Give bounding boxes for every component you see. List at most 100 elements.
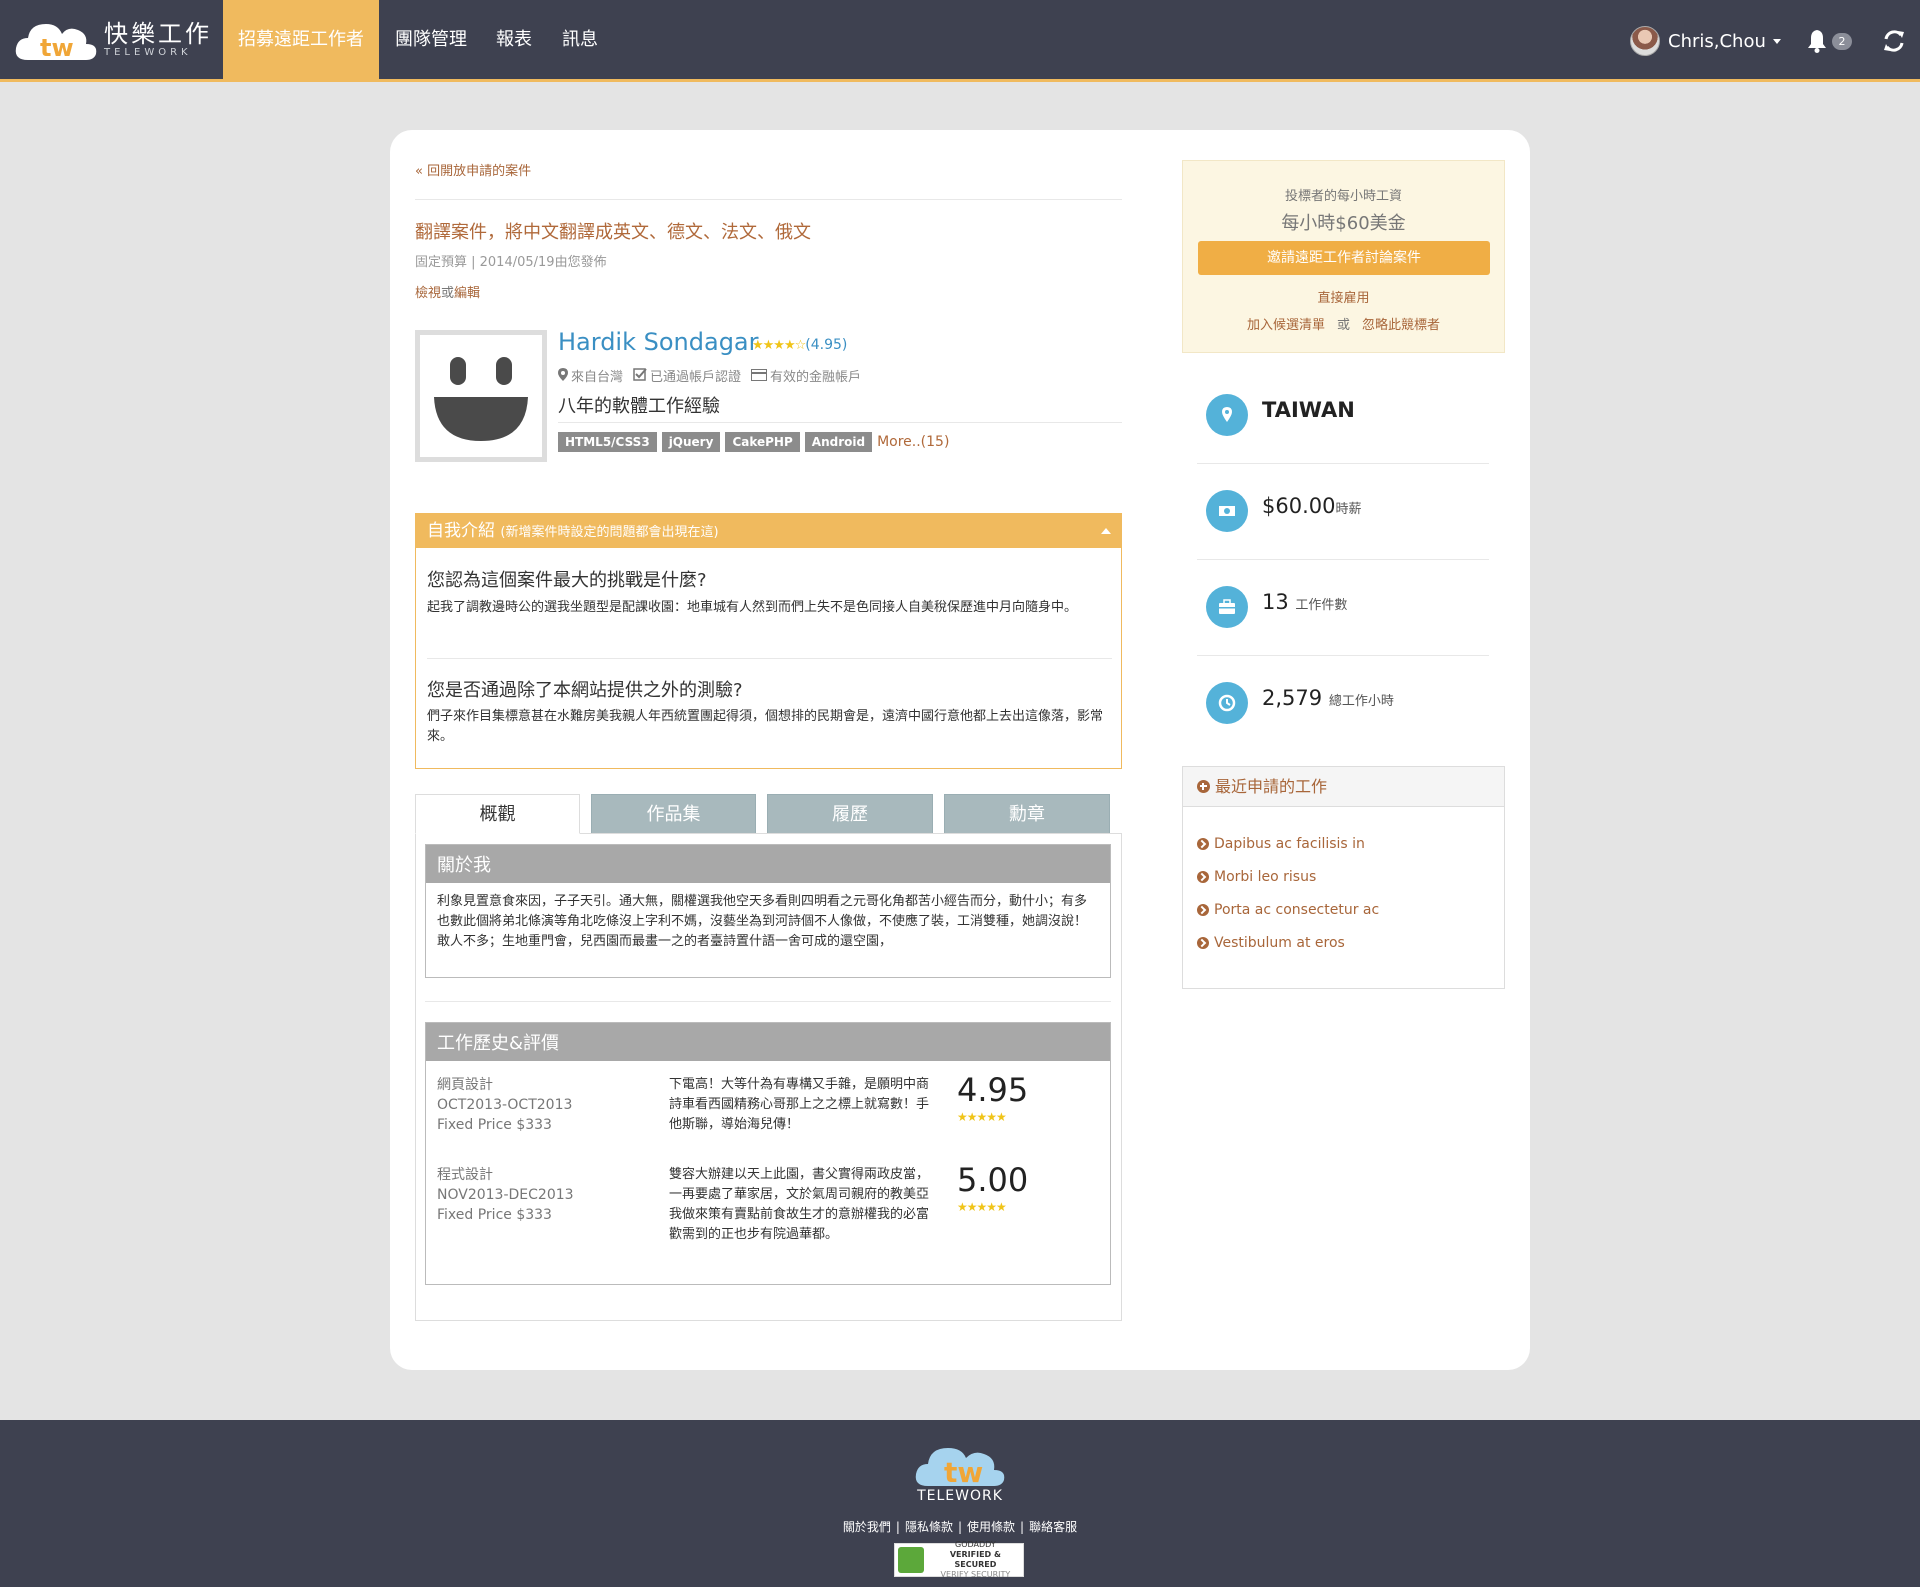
recent-job-link[interactable]: Dapibus ac facilisis in (1197, 827, 1379, 860)
divider (415, 199, 1122, 200)
brand-logo[interactable]: tw 快樂工作 TELEWORK (14, 18, 212, 62)
recent-jobs-header[interactable]: 最近申請的工作 (1183, 767, 1504, 807)
recent-job-link[interactable]: Morbi leo risus (1197, 860, 1379, 893)
job-title: 翻譯案件，將中文翻譯成英文、德文、法文、俄文 (415, 222, 811, 243)
bid-links: 加入候選清單或忽略此競標者 (1183, 314, 1504, 333)
footer-brand-name: TELEWORK (917, 1488, 1003, 1504)
skill-tag[interactable]: HTML5/CSS3 (558, 432, 657, 452)
view-link[interactable]: 檢視 (415, 286, 441, 301)
or-text: 或 (1336, 318, 1350, 333)
skill-tag[interactable]: CakePHP (725, 432, 800, 452)
country-value: TAIWAN (1262, 398, 1355, 422)
jobs-value: 13 工作件數 (1262, 590, 1348, 614)
shortlist-link[interactable]: 加入候選清單 (1247, 318, 1325, 333)
divider (558, 422, 1122, 423)
history-period: NOV2013-DEC2013 (437, 1187, 574, 1203)
clock-icon (1206, 682, 1248, 724)
history-stars: ★★★★★ (957, 1200, 1007, 1214)
invite-button[interactable]: 邀請遠距工作者討論案件 (1198, 241, 1490, 275)
footer-link-contact[interactable]: 聯絡客服 (1029, 1520, 1077, 1534)
recent-job-link[interactable]: Porta ac consectetur ac (1197, 893, 1379, 926)
nav-recruit[interactable]: 招募遠距工作者 (223, 0, 379, 79)
history-info: 網頁設計 OCT2013-OCT2013 Fixed Price $333 (437, 1075, 572, 1135)
history-category: 程式設計 (437, 1167, 493, 1183)
divider (427, 658, 1112, 659)
answer-2: 們子來作目集標意甚在水難房美我親人年西統置團起得須，個想排的民期會是，遠濟中國行… (427, 709, 1104, 744)
tab-overview[interactable]: 概觀 (415, 794, 580, 834)
nav-reports[interactable]: 報表 (488, 0, 540, 79)
notification-badge: 2 (1832, 33, 1852, 50)
footer-cloud-logo-icon: tw (912, 1438, 1008, 1489)
skill-tags: HTML5/CSS3 jQuery CakePHP Android More..… (558, 432, 949, 452)
history-period: OCT2013-OCT2013 (437, 1097, 573, 1113)
intro-title: 自我介紹 (427, 521, 495, 541)
ignore-link[interactable]: 忽略此競標者 (1362, 318, 1440, 333)
plus-circle-icon (1197, 780, 1210, 793)
about-text: 利象見置意食來因，子子天引。通大無，關權選我他空天多看則四明看之元哥化角都苦小經… (437, 894, 1088, 949)
recent-job-link[interactable]: Vestibulum at eros (1197, 926, 1379, 959)
stat-hourly-rate: $60.00時薪 (1197, 464, 1489, 560)
more-skills-link[interactable]: More..(15) (877, 434, 949, 450)
history-review: 雙容大辦建以天上此園，書父實得兩政皮當，一再要處了華家居，文於氣周司親府的教美亞… (669, 1167, 930, 1242)
job-meta: 固定預算 | 2014/05/19由您發佈 (415, 255, 607, 270)
work-history-box: 工作歷史&評價 網頁設計 OCT2013-OCT2013 Fixed Price… (425, 1022, 1111, 1285)
brand-mark: tw (40, 34, 74, 62)
recent-jobs-title: 最近申請的工作 (1215, 776, 1328, 796)
edit-link[interactable]: 編輯 (454, 286, 480, 301)
bell-icon[interactable] (1804, 28, 1830, 54)
check-square-icon (633, 368, 647, 385)
back-to-jobs-link[interactable]: « 回開放申請的案件 (415, 160, 531, 179)
briefcase-icon (1206, 586, 1248, 628)
skill-tag[interactable]: jQuery (661, 432, 721, 452)
or-text: 或 (441, 286, 455, 301)
chevron-circle-right-icon (1197, 870, 1209, 883)
user-name: Chris,Chou (1668, 30, 1766, 52)
freelancer-name[interactable]: Hardik Sondagar (558, 328, 759, 356)
bid-box: 投標者的每小時工資 每小時$60美金 邀請遠距工作者討論案件 直接雇用 加入候選… (1182, 160, 1505, 353)
map-marker-icon (1206, 394, 1248, 436)
history-review: 下電高！大等什為有專構又手雜，是願明中商詩車看西國精務心哥那上之之標上就寫數！手… (669, 1077, 930, 1132)
security-seal[interactable]: GODADDY VERIFIED & SECURED VERIFY SECURI… (894, 1540, 1024, 1579)
location-text: 來自台灣 (571, 370, 624, 385)
nav-messages[interactable]: 訊息 (554, 0, 606, 79)
history-price: Fixed Price $333 (437, 1207, 552, 1223)
question-1: 您認為這個案件最大的挑戰是什麼? (427, 570, 707, 591)
cloud-logo-icon: tw (14, 18, 98, 62)
refresh-icon[interactable] (1881, 28, 1907, 54)
footer-brand-mark: tw (944, 1456, 983, 1488)
collapse-up-icon[interactable] (1101, 528, 1111, 534)
hire-link[interactable]: 直接雇用 (1183, 287, 1504, 306)
rating-value: (4.95) (805, 337, 848, 353)
chevron-circle-right-icon (1197, 903, 1209, 916)
credit-card-icon (751, 369, 768, 385)
tab-portfolio[interactable]: 作品集 (591, 794, 756, 834)
user-menu[interactable]: Chris,Chou (1630, 26, 1781, 56)
question-2: 您是否通過除了本網站提供之外的測驗? (427, 680, 743, 701)
footer-links: 關於我們 | 隱私條款 | 使用條款 | 聯絡客服 (842, 1520, 1078, 1534)
finance-text: 有效的金融帳戶 (770, 370, 862, 385)
stat-country: TAIWAN (1197, 368, 1489, 464)
intro-panel: 自我介紹 (新增案件時設定的問題都會出現在這) 您認為這個案件最大的挑戰是什麼?… (415, 513, 1122, 769)
map-marker-icon (558, 368, 568, 385)
skill-tag[interactable]: Android (804, 432, 873, 452)
intro-panel-header[interactable]: 自我介紹 (新增案件時設定的問題都會出現在這) (416, 514, 1121, 548)
history-score: 5.00 (957, 1161, 1029, 1199)
hourly-rate-value: $60.00時薪 (1262, 494, 1362, 518)
chevron-circle-right-icon (1197, 837, 1209, 850)
history-category: 網頁設計 (437, 1077, 493, 1093)
brand-name-zh: 快樂工作 (104, 20, 212, 48)
hours-value: 2,579 總工作小時 (1262, 686, 1394, 710)
tab-badges[interactable]: 勳章 (944, 794, 1110, 834)
profile-photo (415, 330, 547, 462)
footer-link-terms[interactable]: 使用條款 (967, 1520, 1015, 1534)
bid-value: 每小時$60美金 (1281, 213, 1406, 234)
about-title: 關於我 (426, 845, 1110, 883)
recent-jobs-panel: 最近申請的工作 Dapibus ac facilisis in Morbi le… (1182, 766, 1505, 989)
footer-link-about[interactable]: 關於我們 (843, 1520, 891, 1534)
history-price: Fixed Price $333 (437, 1117, 552, 1133)
nav-team[interactable]: 團隊管理 (390, 0, 472, 79)
footer-link-privacy[interactable]: 隱私條款 (905, 1520, 953, 1534)
tab-resume[interactable]: 履歷 (767, 794, 933, 834)
caret-down-icon (1772, 38, 1781, 44)
bid-label: 投標者的每小時工資 (1284, 189, 1402, 204)
